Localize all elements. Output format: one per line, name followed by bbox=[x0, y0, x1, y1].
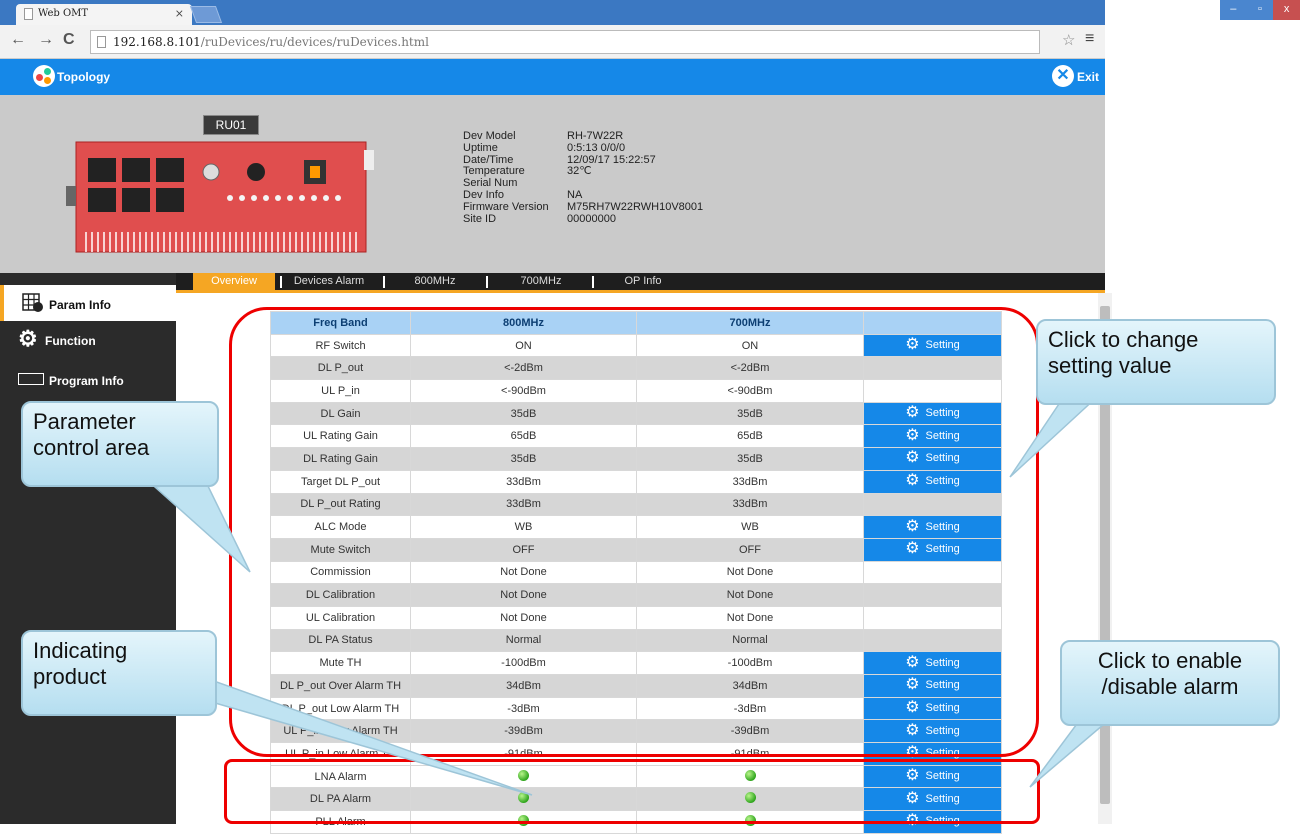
callout-parameter-area: Parameter control area bbox=[21, 401, 219, 487]
callout-indicating-product: Indicating product bbox=[21, 630, 217, 716]
callout-enable-alarm: Click to enable /disable alarm bbox=[1060, 640, 1280, 726]
callout-change-setting: Click to change setting value bbox=[1036, 319, 1276, 405]
